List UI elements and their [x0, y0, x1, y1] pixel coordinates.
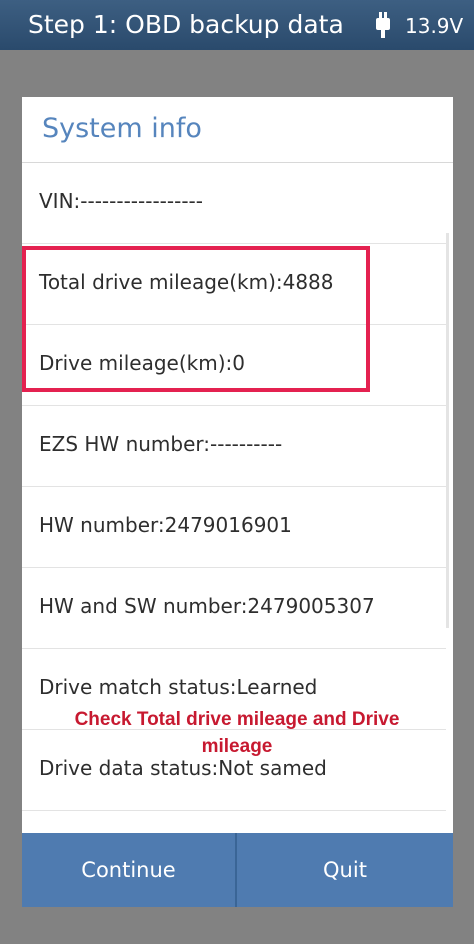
dialog-header: System info [22, 97, 453, 163]
system-info-dialog: System info VIN:----------------- Total … [22, 97, 453, 907]
drive-match-status-value: Drive match status:Learned [39, 675, 318, 699]
list-item-hw-sw-number[interactable]: HW and SW number:2479005307 [22, 568, 446, 649]
hw-sw-number-value: HW and SW number:2479005307 [39, 594, 375, 618]
page-title: Step 1: OBD backup data [28, 10, 344, 39]
quit-button[interactable]: Quit [237, 833, 453, 907]
continue-button[interactable]: Continue [22, 833, 235, 907]
annotation-text: Check Total drive mileage and Drive mile… [74, 709, 400, 757]
list-item-ezs-hw-number[interactable]: EZS HW number:---------- [22, 406, 446, 487]
ezs-hw-number-value: EZS HW number:---------- [39, 432, 283, 456]
list-item-hw-number[interactable]: HW number:2479016901 [22, 487, 446, 568]
list-scrollbar[interactable] [446, 233, 449, 628]
usb-plug-icon [376, 12, 390, 38]
button-bar: Continue Quit [22, 833, 453, 907]
list-item-vin[interactable]: VIN:----------------- [22, 163, 446, 244]
voltage-readout: 13.9V [405, 14, 464, 38]
title-bar: Step 1: OBD backup data 13.9V [0, 0, 474, 50]
highlight-box [22, 246, 370, 392]
vin-value: VIN:----------------- [39, 189, 203, 213]
hw-number-value: HW number:2479016901 [39, 513, 292, 537]
dialog-title: System info [42, 113, 202, 144]
